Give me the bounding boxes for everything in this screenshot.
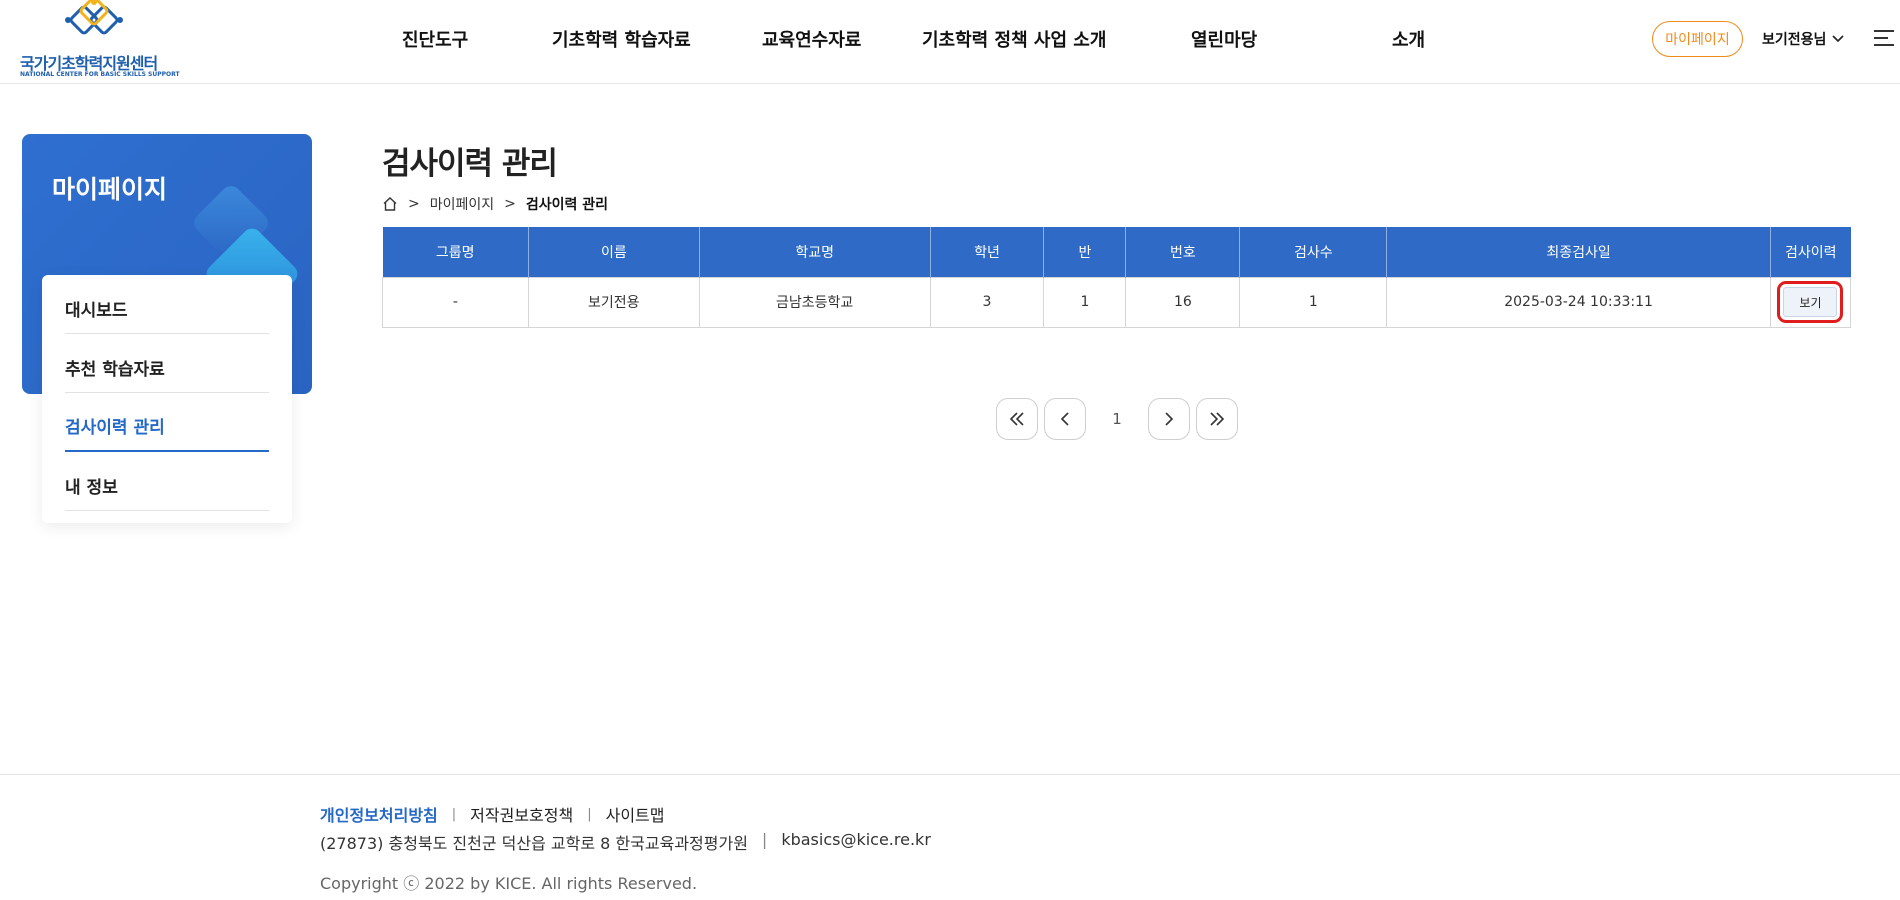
- footer-divider: |: [587, 806, 592, 822]
- col-test-count: 검사수: [1239, 227, 1388, 277]
- user-menu[interactable]: 보기전용님: [1762, 29, 1844, 49]
- nav-diagnostic-tools[interactable]: 진단도구: [402, 26, 468, 52]
- breadcrumb-separator: >: [504, 196, 516, 212]
- sidebar-item-my-info[interactable]: 내 정보: [65, 452, 269, 511]
- footer-divider: |: [451, 806, 457, 822]
- chevron-left-icon: [1060, 412, 1069, 426]
- nav-learning-materials[interactable]: 기초학력 학습자료: [552, 26, 691, 52]
- copyright-policy-link[interactable]: 저작권보호정책: [470, 802, 573, 826]
- logo-mark-icon: [65, 0, 123, 35]
- prev-page-button[interactable]: [1044, 398, 1086, 440]
- breadcrumb: > 마이페이지 > 검사이력 관리: [382, 194, 608, 214]
- footer-copyright: Copyright ⓒ 2022 by KICE. All rights Res…: [320, 874, 698, 893]
- view-history-button[interactable]: 보기: [1777, 281, 1844, 323]
- sidebar-item-recommended[interactable]: 추천 학습자료: [65, 334, 269, 393]
- breadcrumb-current: 검사이력 관리: [525, 197, 609, 213]
- logo-subtext: NATIONAL CENTER FOR BASIC SKILLS SUPPORT: [20, 71, 180, 78]
- nav-policy-intro[interactable]: 기초학력 정책 사업 소개: [922, 26, 1106, 52]
- cell-history: 보기: [1769, 276, 1852, 328]
- pagination: 1: [996, 398, 1238, 440]
- home-icon[interactable]: [382, 196, 398, 212]
- cell-grade: 3: [929, 276, 1045, 328]
- breadcrumb-item[interactable]: 마이페이지: [430, 194, 494, 214]
- page-title: 검사이력 관리: [382, 146, 558, 182]
- cell-group: -: [382, 276, 529, 328]
- footer-email: kbasics@kice.re.kr: [781, 830, 931, 849]
- site-logo[interactable]: 국가기초학력지원센터 NATIONAL CENTER FOR BASIC SKI…: [20, 0, 180, 80]
- nav-open-forum[interactable]: 열린마당: [1191, 26, 1257, 52]
- privacy-policy-link[interactable]: 개인정보처리방침: [320, 802, 438, 826]
- sidebar-item-dashboard[interactable]: 대시보드: [65, 275, 269, 334]
- sitemap-link[interactable]: 사이트맵: [606, 802, 665, 826]
- last-page-button[interactable]: [1196, 398, 1238, 440]
- col-school: 학교명: [699, 227, 931, 277]
- footer-address: (27873) 충청북도 진천군 덕산읍 교학로 8 한국교육과정평가원: [320, 834, 748, 853]
- col-history: 검사이력: [1770, 227, 1851, 277]
- cell-number: 16: [1125, 276, 1241, 328]
- site-header: 국가기초학력지원센터 NATIONAL CENTER FOR BASIC SKI…: [0, 0, 1900, 84]
- footer-address-line: (27873) 충청북도 진천군 덕산읍 교학로 8 한국교육과정평가원 | k…: [320, 830, 931, 854]
- nav-about[interactable]: 소개: [1392, 26, 1425, 52]
- nav-training-materials[interactable]: 교육연수자료: [762, 26, 861, 52]
- page-number[interactable]: 1: [1086, 410, 1148, 428]
- col-last-test-date: 최종검사일: [1386, 227, 1771, 277]
- footer-links: 개인정보처리방침 | 저작권보호정책 | 사이트맵: [320, 802, 664, 826]
- chevron-down-icon: [1832, 35, 1844, 43]
- test-history-table: 그룹명 이름 학교명 학년 반 번호 검사수 최종검사일 검사이력 - 보기전용…: [382, 227, 1852, 328]
- col-class: 반: [1043, 227, 1127, 277]
- sidebar-item-test-history[interactable]: 검사이력 관리: [65, 393, 269, 452]
- chevron-right-icon: [1165, 412, 1174, 426]
- first-page-button[interactable]: [996, 398, 1038, 440]
- sidebar-title: 마이페이지: [52, 175, 168, 204]
- double-chevron-right-icon: [1210, 412, 1225, 426]
- sidebar-menu: 대시보드 추천 학습자료 검사이력 관리 내 정보: [42, 275, 292, 523]
- hamburger-menu-icon[interactable]: [1874, 30, 1894, 46]
- col-group: 그룹명: [382, 227, 529, 277]
- user-name: 보기전용님: [1762, 32, 1827, 48]
- table-row: - 보기전용 금남초등학교 3 1 16 1 2025-03-24 10:33:…: [382, 276, 1852, 328]
- cell-test-count: 1: [1239, 276, 1388, 328]
- cell-name: 보기전용: [527, 276, 700, 328]
- next-page-button[interactable]: [1148, 398, 1190, 440]
- col-number: 번호: [1125, 227, 1241, 277]
- footer-divider: |: [761, 830, 768, 849]
- breadcrumb-separator: >: [408, 196, 420, 212]
- mypage-button[interactable]: 마이페이지: [1652, 21, 1743, 57]
- cell-last-test-date: 2025-03-24 10:33:11: [1386, 276, 1771, 328]
- table-header-row: 그룹명 이름 학교명 학년 반 번호 검사수 최종검사일 검사이력: [382, 227, 1851, 277]
- cell-class: 1: [1043, 276, 1127, 328]
- col-name: 이름: [528, 227, 700, 277]
- site-footer: 개인정보처리방침 | 저작권보호정책 | 사이트맵 (27873) 충청북도 진…: [0, 774, 1900, 900]
- cell-school: 금남초등학교: [698, 276, 931, 328]
- double-chevron-left-icon: [1009, 412, 1024, 426]
- col-grade: 학년: [930, 227, 1045, 277]
